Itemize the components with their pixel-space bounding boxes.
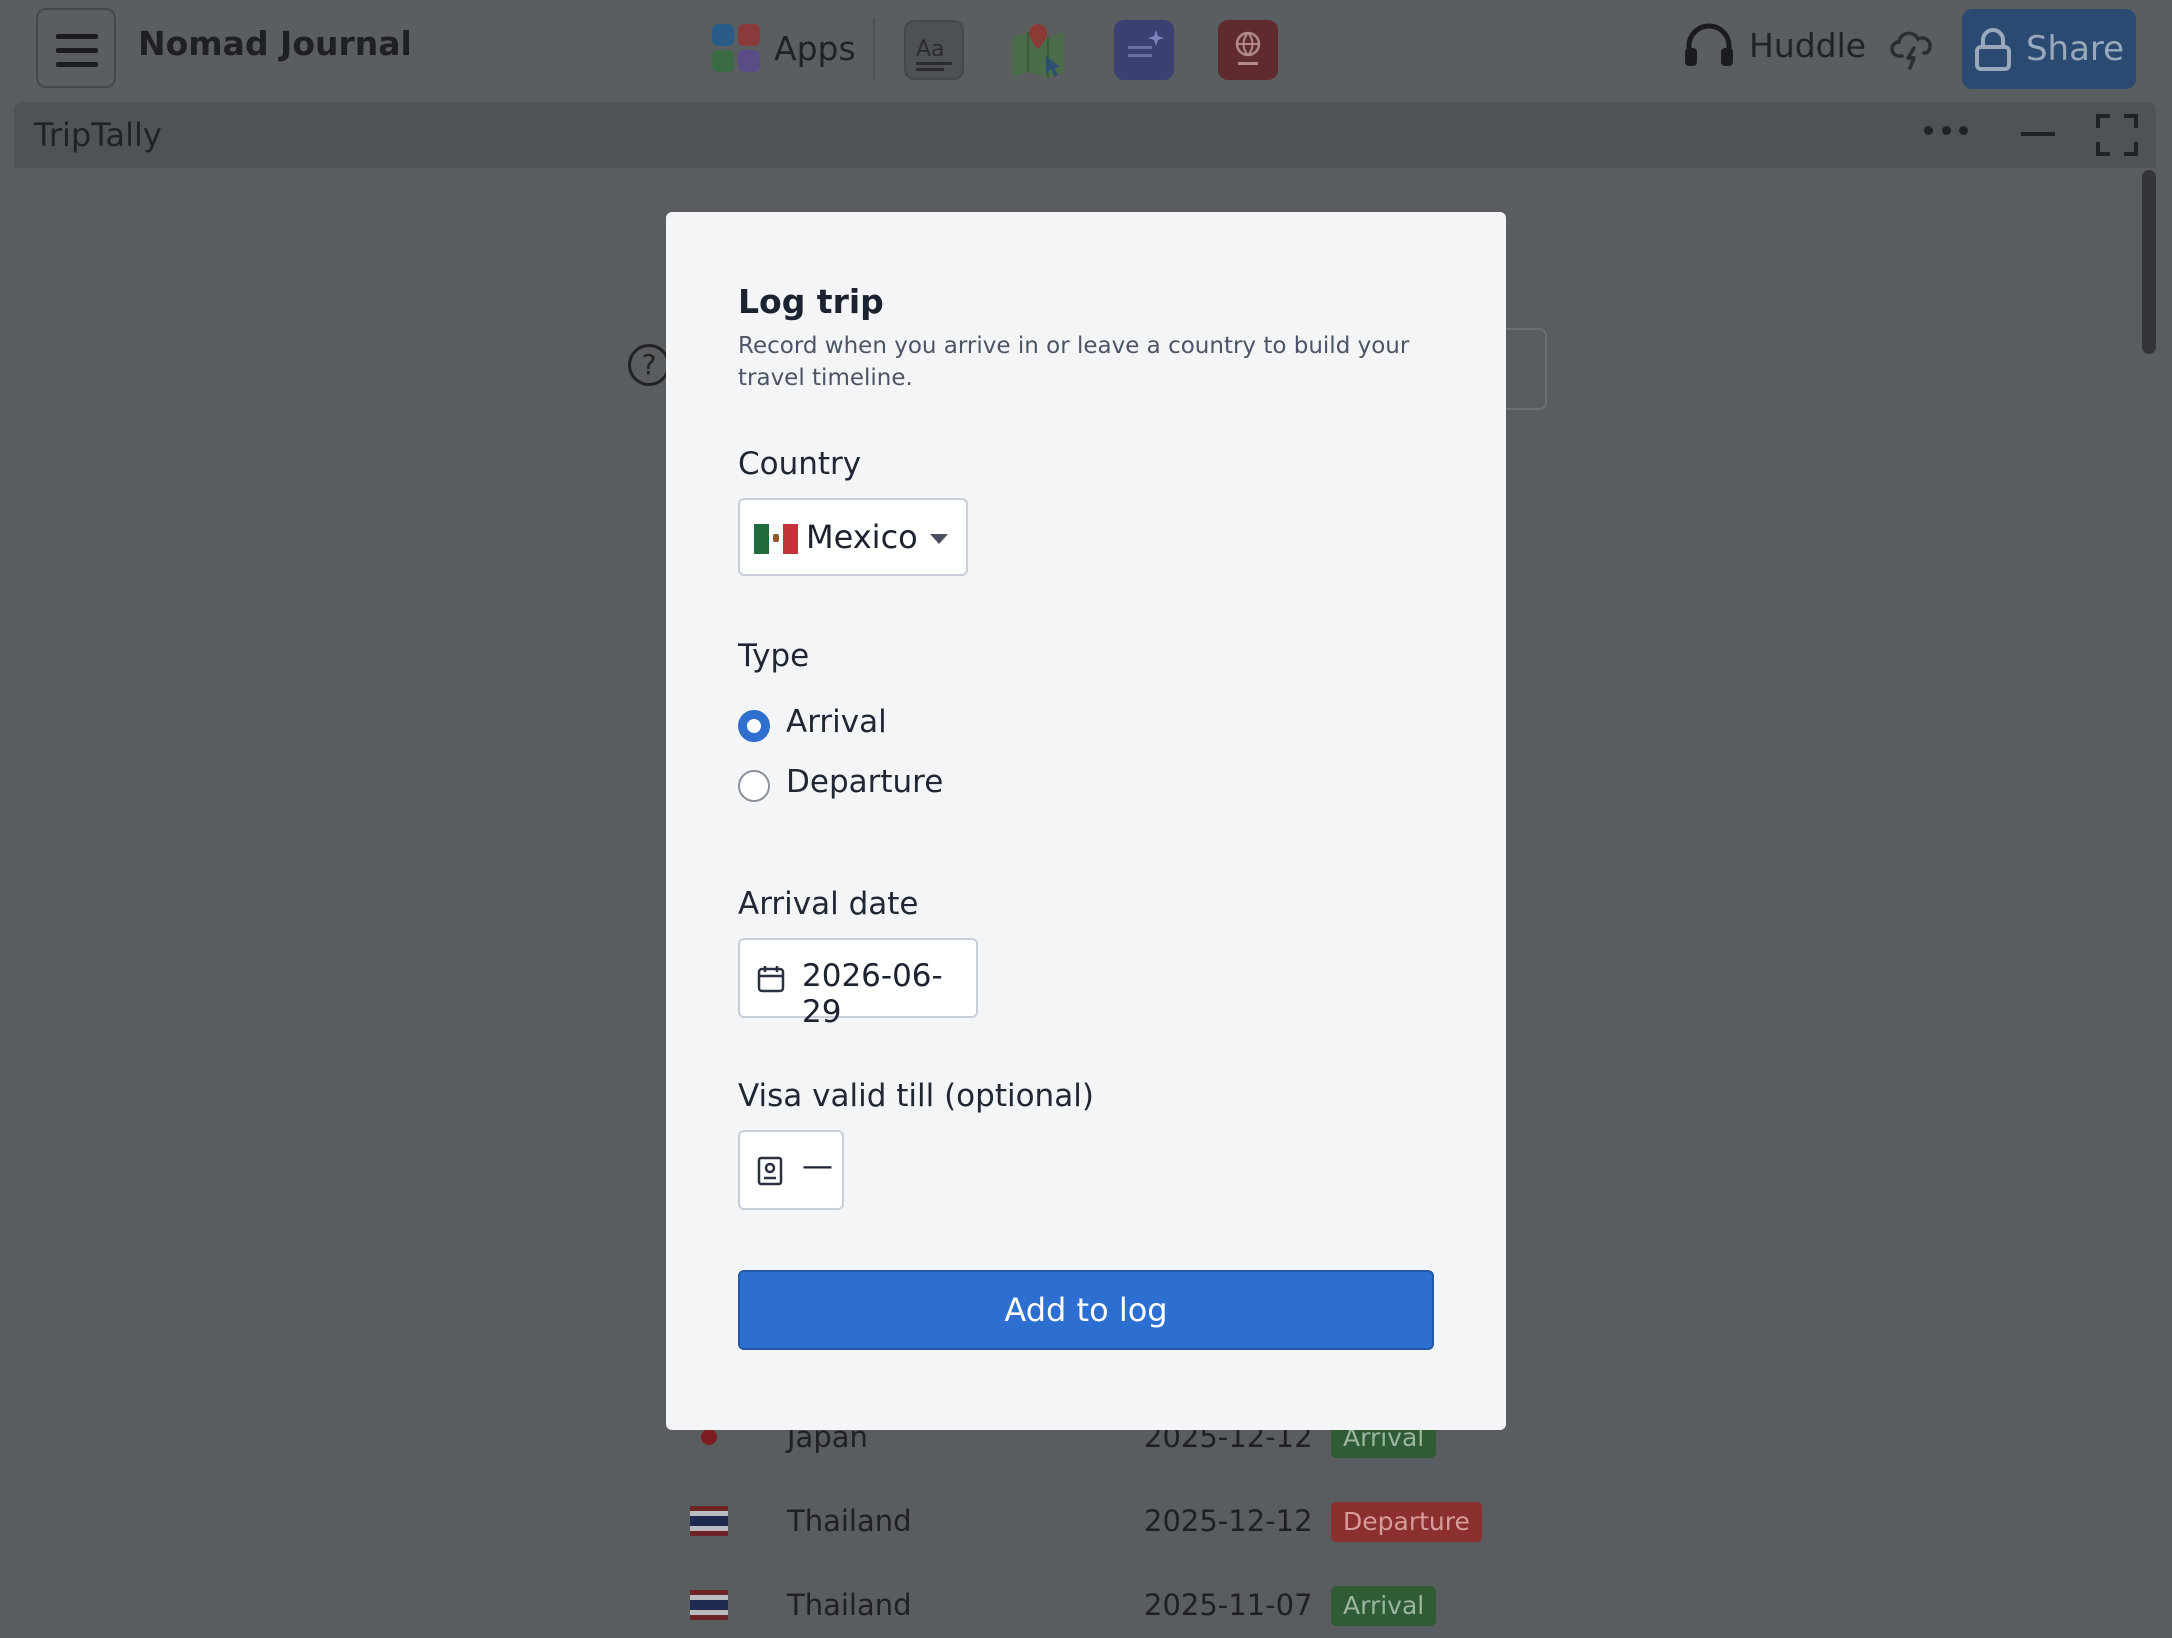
- thailand-flag-icon: [690, 1590, 728, 1620]
- share-label: Share: [2025, 29, 2125, 69]
- fullscreen-icon[interactable]: [2096, 114, 2138, 156]
- huddle-label: Huddle: [1749, 25, 1867, 65]
- more-options-icon[interactable]: [1924, 126, 1968, 138]
- apps-label: Apps: [774, 28, 856, 68]
- log-trip-dialog: Log trip Record when you arrive in or le…: [666, 212, 1506, 1430]
- app-name: Nomad Journal: [138, 24, 412, 63]
- passport-icon[interactable]: [1218, 20, 1278, 80]
- country-select-value: Mexico: [806, 518, 918, 556]
- dictionary-icon[interactable]: Aa: [904, 20, 964, 80]
- log-row[interactable]: Thailand 2025-11-07 Arrival: [690, 1578, 1490, 1638]
- arrival-date-label: Arrival date: [738, 886, 919, 922]
- visa-date-field[interactable]: —: [738, 1130, 844, 1210]
- toolbar-divider: [873, 18, 875, 80]
- dialog-description: Record when you arrive in or leave a cou…: [738, 333, 1410, 391]
- log-date: 2025-12-12: [1144, 1504, 1313, 1538]
- headphones-icon: [1685, 23, 1733, 66]
- help-icon[interactable]: ?: [628, 344, 670, 386]
- window-title: TripTally: [34, 116, 162, 154]
- log-country: Thailand: [787, 1504, 912, 1538]
- chevron-down-icon: [930, 534, 948, 544]
- add-to-log-button[interactable]: Add to log: [738, 1270, 1434, 1350]
- arrival-date-field[interactable]: 2026-06-29: [738, 938, 978, 1030]
- apps-grid-icon: [712, 24, 760, 72]
- id-card-icon: [757, 1156, 783, 1186]
- log-country: Thailand: [787, 1588, 912, 1622]
- dialog-title: Log trip: [738, 282, 884, 321]
- map-icon[interactable]: [1008, 20, 1068, 80]
- country-label: Country: [738, 446, 862, 482]
- cloud-sync-icon[interactable]: [1890, 26, 1934, 70]
- notes-icon[interactable]: [1114, 20, 1174, 80]
- radio-departure-label[interactable]: Departure: [786, 764, 943, 800]
- radio-departure[interactable]: [738, 770, 770, 802]
- country-select[interactable]: Mexico: [738, 498, 968, 576]
- visa-label: Visa valid till (optional): [738, 1078, 1094, 1114]
- svg-text:Aa: Aa: [916, 37, 945, 62]
- radio-arrival[interactable]: [738, 710, 770, 742]
- huddle-button[interactable]: Huddle: [1683, 22, 1866, 68]
- thailand-flag-icon: [690, 1506, 728, 1536]
- log-row[interactable]: Thailand 2025-12-12 Departure: [690, 1494, 1490, 1554]
- mexico-flag-icon: [754, 524, 799, 554]
- menu-button[interactable]: [36, 8, 116, 88]
- status-badge: Departure: [1331, 1502, 1482, 1542]
- window-header: TripTally: [14, 102, 2156, 168]
- calendar-icon: [757, 966, 785, 993]
- log-date: 2025-11-07: [1144, 1588, 1313, 1622]
- minimize-icon[interactable]: [2021, 132, 2055, 136]
- type-label: Type: [738, 638, 810, 674]
- visa-date-value: —: [802, 1148, 833, 1184]
- share-button[interactable]: Share: [1962, 9, 2136, 89]
- scrollbar-thumb[interactable]: [2142, 170, 2156, 354]
- top-bar: Nomad Journal Apps Aa Huddle Share: [0, 0, 2172, 96]
- status-badge: Arrival: [1331, 1586, 1437, 1626]
- radio-arrival-label[interactable]: Arrival: [786, 704, 887, 740]
- arrival-date-value: 2026-06-29: [802, 958, 943, 1030]
- background-panel: [1505, 328, 1547, 410]
- apps-button[interactable]: Apps: [712, 22, 856, 74]
- lock-icon: [1974, 28, 2011, 71]
